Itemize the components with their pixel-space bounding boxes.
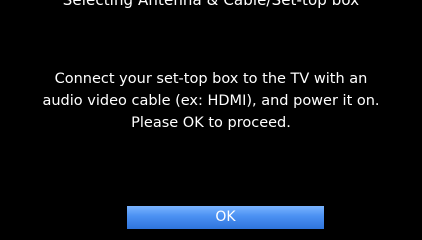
setup-dialog-screen: Selecting Antenna & Cable/Set-top box Co…	[0, 0, 422, 240]
message-line-3: Please OK to proceed.	[131, 115, 291, 131]
ok-button[interactable]: OK	[127, 206, 324, 229]
message-line-2: audio video cable (ex: HDMI), and power …	[42, 93, 380, 109]
message-line-1: Connect your set-top box to the TV with …	[54, 71, 368, 87]
dialog-title: Selecting Antenna & Cable/Set-top box	[62, 0, 360, 9]
dialog-message: Connect your set-top box to the TV with …	[8, 68, 414, 134]
